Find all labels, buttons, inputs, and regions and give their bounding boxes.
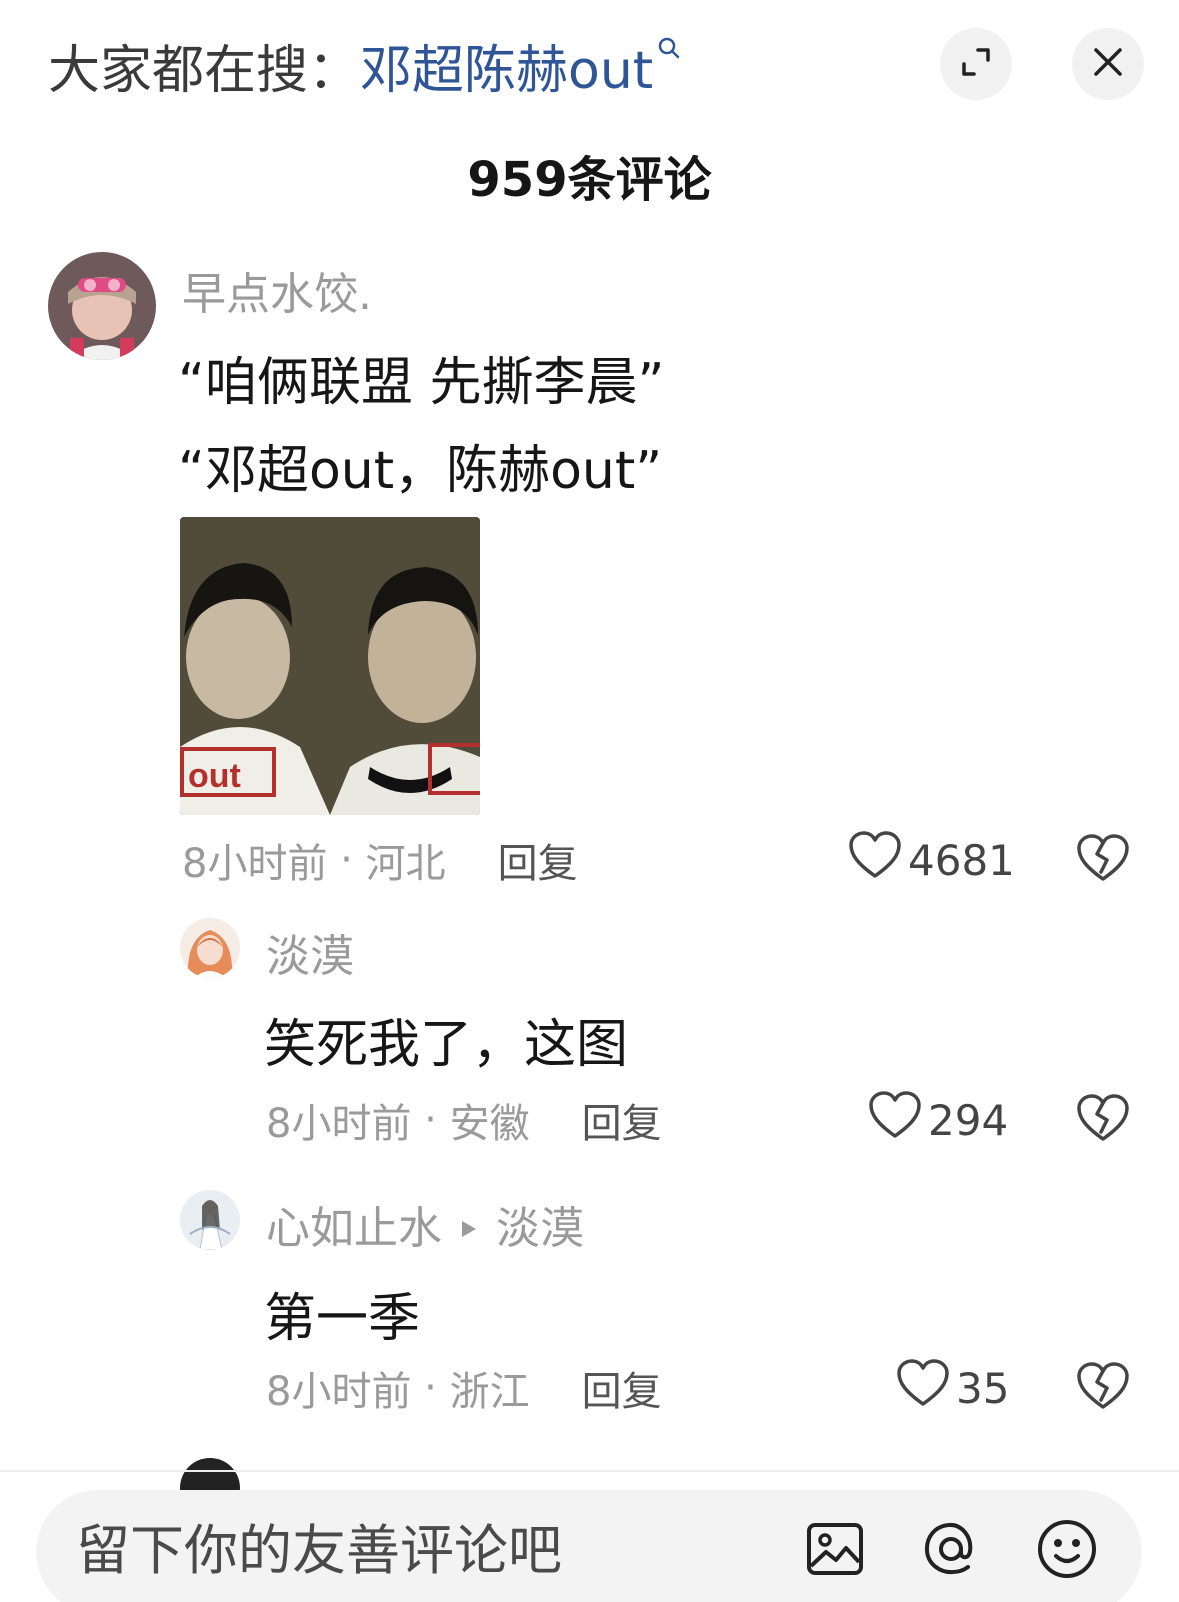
comment-username[interactable]: 淡漠	[266, 920, 354, 984]
reply-button[interactable]: 回复	[582, 1091, 662, 1149]
expand-icon	[958, 44, 994, 84]
comment-location: 河北	[365, 841, 446, 887]
comment-text-line: “邓超out，陈赫out”	[178, 441, 663, 501]
dislike-button[interactable]	[1076, 1092, 1130, 1148]
mention-button[interactable]	[916, 1516, 986, 1586]
reply-button[interactable]: 回复	[582, 1359, 662, 1417]
comment-location: 安徽	[449, 1101, 530, 1147]
comment-time: 8小时前	[266, 1101, 412, 1147]
comment-username[interactable]: 早点水饺.	[182, 258, 372, 322]
reply-header: 心如止水 淡漠	[266, 1192, 584, 1256]
comment-time: 8小时前	[182, 841, 328, 887]
like-button[interactable]: 35	[896, 1358, 1010, 1418]
like-button[interactable]: 4681	[848, 830, 1015, 890]
comment-meta: 8小时前 · 浙江 回复	[266, 1360, 662, 1416]
like-count: 35	[956, 1363, 1010, 1413]
close-icon	[1091, 45, 1125, 83]
like-count: 294	[928, 1095, 1009, 1145]
broken-heart-icon	[1076, 834, 1130, 888]
dislike-button[interactable]	[1076, 1360, 1130, 1416]
comment-location: 浙江	[449, 1369, 530, 1415]
image-icon	[806, 1522, 864, 1580]
like-count: 4681	[908, 835, 1015, 885]
trending-search-term[interactable]: 邓超陈赫out	[360, 28, 653, 103]
comment-meta: 8小时前 · 安徽 回复	[266, 1092, 662, 1148]
reply-button[interactable]: 回复	[498, 831, 578, 889]
avatar[interactable]	[180, 918, 240, 978]
broken-heart-icon	[1076, 1094, 1130, 1148]
avatar[interactable]	[180, 1190, 240, 1250]
heart-icon	[896, 1358, 956, 1418]
at-icon	[920, 1518, 982, 1584]
comment-meta: 8小时前 · 河北 回复	[182, 832, 578, 888]
trending-search-link[interactable]: 大家都在搜： 邓超陈赫out	[48, 28, 681, 103]
out-stamp: out	[188, 757, 241, 795]
comment-count: 959条评论	[467, 152, 712, 208]
broken-heart-icon	[1076, 1362, 1130, 1416]
comment-composer	[36, 1490, 1142, 1602]
image-button[interactable]	[800, 1516, 870, 1586]
comment-text-line: “咱俩联盟 先撕李晨”	[178, 353, 665, 413]
comment-text-line: 笑死我了，这图	[264, 1015, 629, 1075]
heart-icon	[868, 1090, 928, 1150]
trending-search-prefix: 大家都在搜：	[48, 40, 361, 101]
comments-header: 大家都在搜： 邓超陈赫out	[0, 0, 1179, 130]
emoji-icon	[1036, 1518, 1098, 1584]
heart-icon	[848, 830, 908, 890]
reply-arrow-icon	[460, 1199, 478, 1250]
close-button[interactable]	[1072, 28, 1144, 100]
comment-text-line: 第一季	[264, 1289, 421, 1349]
comment-time: 8小时前	[266, 1369, 412, 1415]
like-button[interactable]: 294	[868, 1090, 1009, 1150]
comment-username[interactable]: 心如止水	[266, 1192, 442, 1256]
reply-to-username[interactable]: 淡漠	[496, 1192, 584, 1256]
composer-divider	[0, 1470, 1179, 1472]
dislike-button[interactable]	[1076, 832, 1130, 888]
emoji-button[interactable]	[1032, 1516, 1102, 1586]
expand-button[interactable]	[940, 28, 1012, 100]
comment-image[interactable]: out	[180, 517, 480, 815]
comment-input[interactable]	[76, 1508, 756, 1592]
search-icon	[657, 36, 681, 67]
avatar[interactable]	[48, 252, 156, 360]
